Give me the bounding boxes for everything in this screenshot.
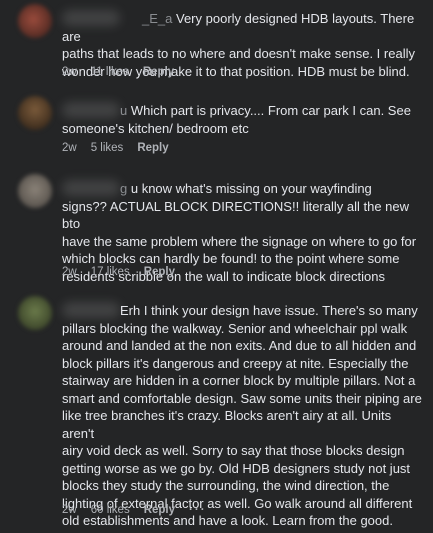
comment-line: blocks they study the surrounding, the w… [62,478,390,493]
reply-button[interactable]: Reply [144,504,175,516]
comment-line: paths that leads to no where and doesn't… [62,46,415,61]
comment-line: stairway are hidden in a corner block by… [62,373,416,388]
comment-line: pillars blocking the walkway. Senior and… [62,320,408,336]
author-name-suffix[interactable]: _E_a [142,11,172,26]
comment-meta: 2w 11 likes Reply [62,66,174,78]
comment-line: have the same problem where the signage … [62,233,417,249]
comment-line: u know what's missing on your wayfinding [130,181,372,196]
comment-line: block pillars it's dangerous and creepy … [62,355,409,371]
reply-button[interactable]: Reply [143,66,174,78]
comment-time[interactable]: 2w [62,142,77,154]
comment-time[interactable]: 2w [62,66,77,78]
avatar[interactable] [18,4,52,38]
comment-likes[interactable]: 60 likes [91,504,130,516]
comment-line: around and landed at the non exits. And … [62,338,417,353]
more-options-icon[interactable]: ··· [189,504,207,516]
comment-line: airy void deck as well. Sorry to say tha… [62,443,405,458]
comment-time[interactable]: 2w [62,504,77,516]
comment-likes[interactable]: 17 likes [91,266,130,278]
avatar[interactable] [18,174,52,208]
comment-line: Erh I think your design have issue. Ther… [120,303,418,318]
author-name-suffix[interactable]: g [120,181,127,196]
comment-line: getting worse as we go by. Old HDB desig… [62,460,411,476]
comment-likes[interactable]: 5 likes [91,142,124,154]
comment-likes[interactable]: 11 likes [91,66,129,78]
avatar[interactable] [18,96,52,130]
comment-line: someone's kitchen/ bedroom etc [62,120,249,136]
reply-button[interactable]: Reply [137,142,168,154]
comment-meta: 2w 60 likes Reply ··· [62,504,207,516]
comment-text: Erh I think your design have issue. Ther… [62,302,422,530]
comment-line: signs?? ACTUAL BLOCK DIRECTIONS!! litera… [62,198,413,232]
comment-line: like tree branches it's crazy. Blocks ar… [62,408,395,441]
avatar[interactable] [18,296,52,330]
reply-button[interactable]: Reply [144,266,175,278]
comment-line: Which part is privacy.... From car park … [130,103,411,118]
comment-time[interactable]: 2w [62,266,77,278]
comment-text: u Which part is privacy.... From car par… [62,102,422,137]
comment-line: which blocks can hardly be found! to the… [62,251,400,266]
author-name-suffix[interactable]: u [120,103,127,118]
comment-line: Very poorly designed HDB layouts. There … [62,11,418,44]
comment-meta: 2w 5 likes Reply [62,142,169,154]
comment-meta: 2w 17 likes Reply [62,266,175,278]
comment-line: smart and comfortable design. Saw some u… [62,390,422,406]
